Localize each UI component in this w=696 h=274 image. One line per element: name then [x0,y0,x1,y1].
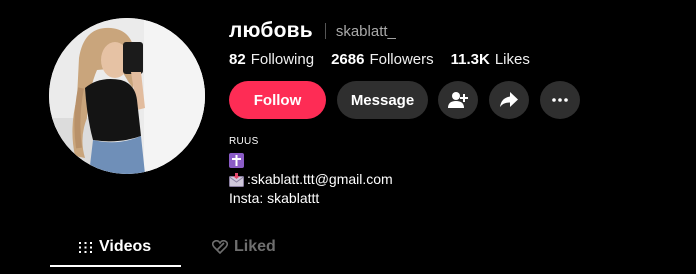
grid-lines-icon [79,241,92,253]
tab-videos[interactable]: Videos [78,228,151,266]
likes-count: 11.3K [450,50,490,68]
share-arrow-icon [500,92,518,107]
avatar-photo [49,18,205,174]
add-user-icon [448,92,468,108]
bio-email: :skablatt.ttt@gmail.com [247,171,393,187]
followers-label: Followers [369,50,434,68]
likes-label: Likes [494,50,530,68]
envelope-emoji-icon [229,172,244,187]
tab-liked-label: Liked [234,238,276,255]
profile-stats: 82 Following 2686 Followers 11.3K Likes [229,49,547,69]
avatar[interactable] [49,18,205,174]
cross-emoji-icon [229,153,244,168]
follow-button[interactable]: Follow [229,81,326,119]
following-count: 82 [229,50,246,68]
likes-stat: 11.3K Likes [451,51,530,68]
profile-page: любовь skablatt_ 82 Following 2686 Follo… [0,0,696,274]
bio-line-2 [229,151,393,170]
followers-count: 2686 [331,50,365,68]
bio-line-1: RUUS [229,136,259,147]
bio-line-3: :skablatt.ttt@gmail.com [229,170,393,189]
name-divider [324,23,326,39]
name-row: любовь skablatt_ [229,16,396,46]
tab-videos-label: Videos [99,238,152,255]
message-button[interactable]: Message [337,81,428,119]
display-name: любовь [229,19,313,42]
tab-liked[interactable]: Liked [212,228,276,266]
more-options-button[interactable] [540,81,580,119]
following-stat[interactable]: 82 Following [229,51,314,68]
profile-tabs: Videos Liked [0,228,696,268]
bio: RUUS :skablatt.ttt@gmail.com Insta: skab… [229,136,393,208]
liked-heart-icon [212,240,228,254]
following-label: Following [250,50,315,68]
action-buttons: Follow Message [229,81,591,119]
add-friend-button[interactable] [438,81,478,119]
bio-line-4: Insta: skablattt [229,190,320,206]
username: skablatt_ [335,22,396,40]
followers-stat[interactable]: 2686 Followers [331,51,434,68]
more-dots-icon [552,98,568,102]
active-tab-indicator [50,265,181,267]
share-button[interactable] [489,81,529,119]
